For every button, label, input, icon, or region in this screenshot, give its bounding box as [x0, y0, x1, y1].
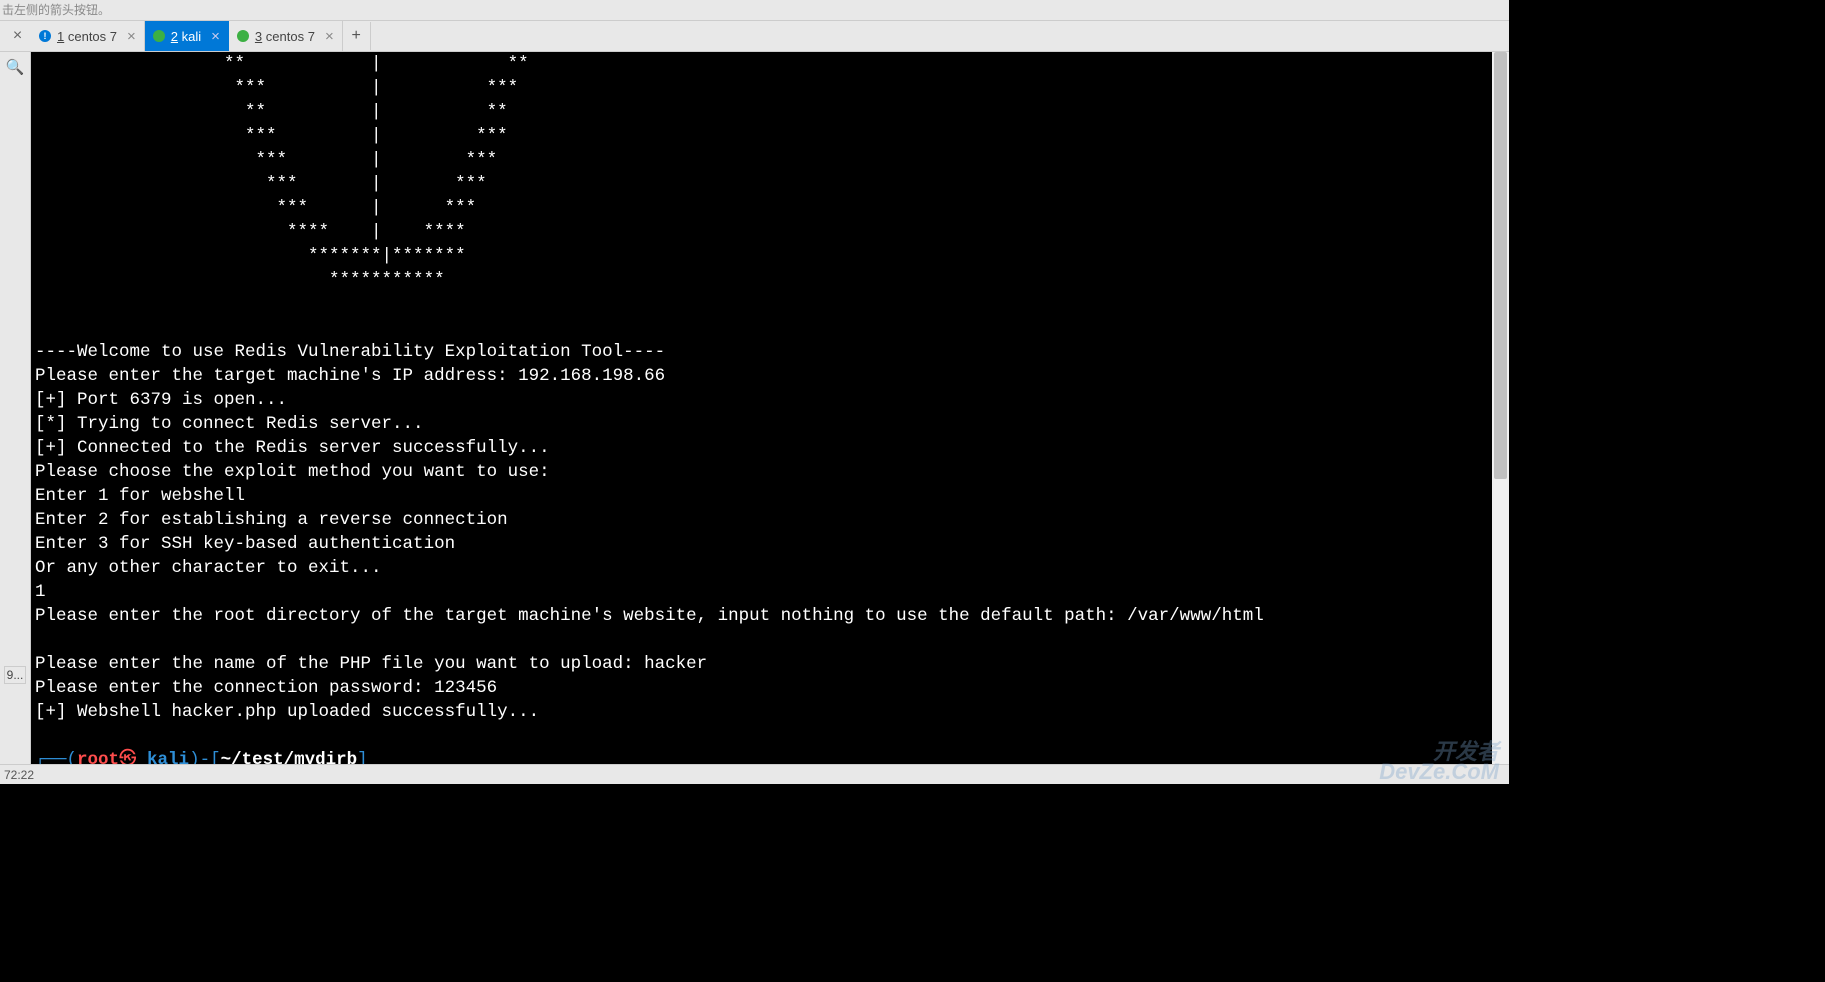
title-bar: 击左侧的箭头按钮。 — [0, 0, 1509, 21]
tab-bar-left-margin: × — [0, 21, 31, 51]
left-sidebar: 🔍 9... — [0, 52, 31, 764]
plus-icon: + — [352, 27, 361, 45]
ascii-banner: ** | ** *** | *** ** | ** *** | *** *** — [35, 52, 1505, 292]
tab-label: 1 centos 7 — [57, 29, 117, 44]
status-dot-icon — [153, 30, 165, 42]
search-icon[interactable]: 🔍 — [4, 56, 26, 78]
tab-kali[interactable]: 2 kali × — [145, 21, 229, 51]
cursor-position: 72:22 — [4, 768, 34, 782]
terminal-log: ----Welcome to use Redis Vulnerability E… — [35, 342, 1264, 722]
tab-label: 3 centos 7 — [255, 29, 315, 44]
scrollbar-thumb[interactable] — [1494, 52, 1507, 479]
tab-label: 2 kali — [171, 29, 201, 44]
prompt-line-1: ┌──(root㉿ kali)-[~/test/mydirb] — [35, 748, 1505, 764]
close-icon[interactable]: × — [123, 28, 136, 45]
tab-bar: × ! 1 centos 7 × 2 kali × 3 centos 7 × + — [0, 21, 1509, 52]
status-dot-icon — [237, 30, 249, 42]
tab-centos7-3[interactable]: 3 centos 7 × — [229, 21, 343, 51]
new-tab-button[interactable]: + — [343, 22, 371, 50]
tab-centos7-1[interactable]: ! 1 centos 7 × — [31, 21, 145, 51]
main-area: 🔍 9... ** | ** *** | *** ** | ** *** | — [0, 52, 1509, 764]
title-hint: 击左侧的箭头按钮。 — [2, 3, 110, 17]
sidebar-bottom-label[interactable]: 9... — [4, 666, 27, 684]
status-bar: 72:22 — [0, 764, 1509, 784]
close-icon[interactable]: × — [9, 27, 22, 45]
info-icon: ! — [39, 30, 51, 42]
terminal-output[interactable]: ** | ** *** | *** ** | ** *** | *** *** — [31, 52, 1509, 764]
close-icon[interactable]: × — [321, 28, 334, 45]
vertical-scrollbar[interactable] — [1492, 52, 1509, 764]
close-icon[interactable]: × — [207, 28, 220, 45]
